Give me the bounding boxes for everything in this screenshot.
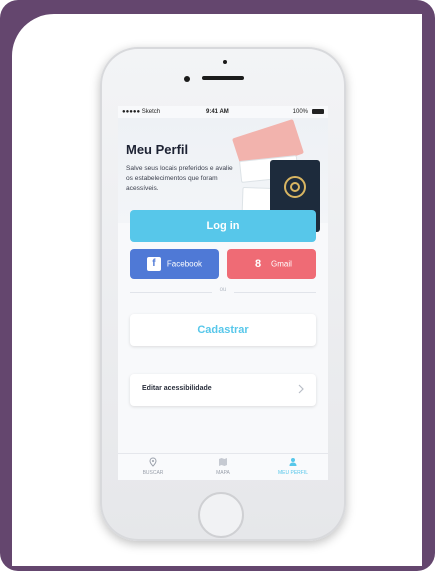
register-button[interactable]: Cadastrar [130,314,316,346]
gmail-login-button[interactable]: 8 Gmail [227,249,316,279]
phone-screen: ●●●●● Sketch 9:41 AM 100% Meu Perfil Sal… [118,106,328,480]
facebook-label: Facebook [166,259,203,269]
battery-icon [312,109,324,114]
page-subtitle: Salve seus locais preferidos e avalie os… [126,165,233,192]
page-title: Meu Perfil [126,142,189,157]
google-icon: 8 [254,258,262,270]
tab-mapa[interactable]: MAPA [188,454,258,480]
profile-header: Meu Perfil Salve seus locais preferidos … [118,118,328,232]
speaker-grill [202,76,244,80]
edit-accessibility-label: Editar acessibilidade [142,385,212,392]
front-camera [184,76,190,82]
tab-meu-perfil[interactable]: MEU PERFIL [258,454,328,480]
location-pin-icon [149,457,157,467]
facebook-icon: f [146,257,161,271]
tab-label: MEU PERFIL [277,470,308,476]
globe-emblem-icon [284,176,306,198]
or-divider: ou [130,286,316,298]
login-button[interactable]: Log in [130,210,316,242]
home-button[interactable] [198,492,244,538]
battery-percentage: 100% [292,109,308,115]
status-bar: ●●●●● Sketch 9:41 AM 100% [118,106,328,118]
facebook-login-button[interactable]: f Facebook [130,249,219,279]
tab-label: MAPA [216,470,230,476]
divider-line [234,292,316,293]
status-time: 9:41 AM [206,109,229,115]
chevron-right-icon [298,384,304,394]
divider-line [130,292,212,293]
sensor-dot [223,60,227,64]
edit-accessibility-row[interactable]: Editar acessibilidade [130,374,316,406]
tab-bar: BUSCAR MAPA MEU PERFIL [118,453,328,480]
or-text: ou [219,287,227,293]
map-icon [219,458,227,466]
tab-buscar[interactable]: BUSCAR [118,454,188,480]
carrier-signal: ●●●●● Sketch [122,109,161,115]
gmail-label: Gmail [271,259,292,269]
user-icon [289,458,297,466]
tab-label: BUSCAR [142,470,164,476]
